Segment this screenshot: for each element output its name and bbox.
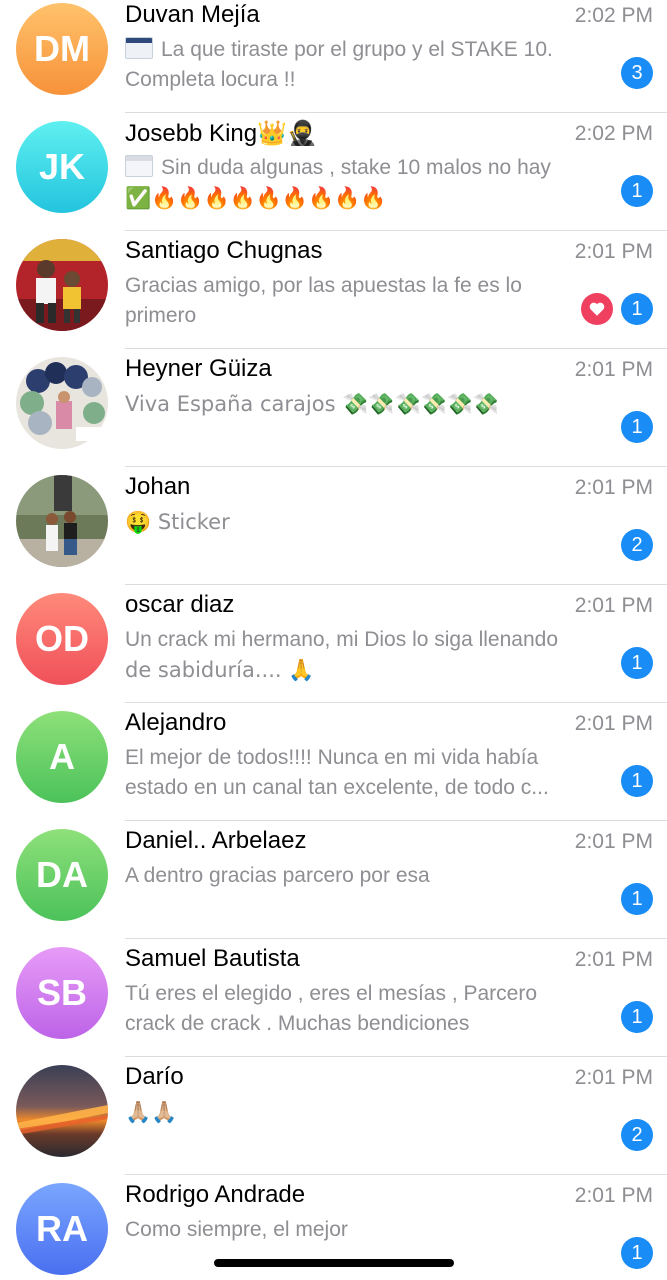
- chat-preview: 🙏🏼🙏🏼: [125, 1097, 605, 1127]
- document-thumbnail-icon: [125, 155, 153, 177]
- chat-name: Heyner Güiza: [125, 355, 272, 382]
- preview-line: Un crack mi hermano, mi Dios lo siga lle…: [125, 628, 559, 651]
- chat-row-alejandro[interactable]: A Alejandro 2:01 PM El mejor de todos!!!…: [0, 703, 667, 821]
- chat-time: 2:01 PM: [574, 830, 653, 853]
- chat-row-heyner-guiza[interactable]: Heyner Güiza 2:01 PM Viva España carajos…: [0, 349, 667, 467]
- avatar-initials: A: [49, 736, 75, 777]
- chat-row-johan[interactable]: Johan 2:01 PM 🤑 Sticker 2: [0, 467, 667, 585]
- unread-badge: 1: [621, 647, 653, 679]
- avatar-photo-image: [16, 1065, 108, 1157]
- chat-preview: A dentro gracias parcero por esa: [125, 861, 605, 891]
- preview-line: A dentro gracias parcero por esa: [125, 864, 430, 887]
- chat-list: DM Duvan Mejía 2:02 PM La que tiraste po…: [0, 0, 667, 1280]
- preview-line: 🙏🏼🙏🏼: [125, 1100, 178, 1124]
- chat-name: Johan: [125, 473, 191, 500]
- preview-line: de sabiduría.... 🙏: [125, 658, 315, 682]
- preview-line: Viva España carajos 💸💸💸💸💸💸: [125, 392, 500, 416]
- avatar-photo: [16, 1065, 108, 1157]
- chat-name: Josebb King👑🥷: [125, 120, 317, 147]
- chat-time: 2:01 PM: [574, 476, 653, 499]
- chat-time: 2:01 PM: [574, 1066, 653, 1089]
- unread-badge: 3: [621, 57, 653, 89]
- chat-preview: Un crack mi hermano, mi Dios lo siga lle…: [125, 625, 605, 685]
- heart-icon: [589, 302, 605, 316]
- avatar-photo-image: [16, 239, 108, 331]
- avatar-photo: [16, 239, 108, 331]
- chat-preview: 🤑 Sticker: [125, 507, 605, 537]
- avatar-initials: SB: [36, 972, 87, 1013]
- preview-line: Completa locura !!: [125, 68, 296, 91]
- chat-name: Samuel Bautista: [125, 945, 300, 972]
- preview-line: Tú eres el elegido , eres el mesías , Pa…: [125, 982, 538, 1005]
- unread-badge: 1: [621, 1237, 653, 1269]
- avatar-initials: OD: [35, 618, 89, 659]
- chat-row-duvan-mejia[interactable]: DM Duvan Mejía 2:02 PM La que tiraste po…: [0, 0, 667, 113]
- preview-line: estado en un canal tan excelente, de tod…: [125, 776, 549, 799]
- chat-preview: El mejor de todos!!!! Nunca en mi vida h…: [125, 743, 605, 803]
- preview-line: Como siempre, el mejor: [125, 1218, 348, 1241]
- chat-time: 2:01 PM: [574, 1184, 653, 1207]
- unread-badge: 1: [621, 765, 653, 797]
- avatar-initials: DA: [36, 854, 88, 895]
- chat-time: 2:01 PM: [574, 358, 653, 381]
- document-thumbnail-icon: [125, 37, 153, 59]
- chat-row-daniel-arbelaez[interactable]: DA Daniel.. Arbelaez 2:01 PM A dentro gr…: [0, 821, 667, 939]
- preview-line: El mejor de todos!!!! Nunca en mi vida h…: [125, 746, 539, 769]
- avatar-photo: [16, 475, 108, 567]
- avatar: OD: [16, 593, 108, 685]
- unread-badge: 2: [621, 1119, 653, 1151]
- chat-preview: Gracias amigo, por las apuestas la fe es…: [125, 271, 575, 331]
- avatar-photo-image: [16, 475, 108, 567]
- preview-line: Sin duda algunas , stake 10 malos no hay: [125, 153, 605, 183]
- chat-preview: Sin duda algunas , stake 10 malos no hay…: [125, 153, 605, 213]
- preview-line: crack de crack . Muchas bendiciones: [125, 1012, 470, 1035]
- chat-name: oscar diaz: [125, 591, 235, 618]
- chat-preview: Viva España carajos 💸💸💸💸💸💸: [125, 389, 605, 419]
- avatar: SB: [16, 947, 108, 1039]
- chat-row-dario[interactable]: Darío 2:01 PM 🙏🏼🙏🏼 2: [0, 1057, 667, 1175]
- chat-row-samuel-bautista[interactable]: SB Samuel Bautista 2:01 PM Tú eres el el…: [0, 939, 667, 1057]
- chat-time: 2:01 PM: [574, 594, 653, 617]
- unread-badge: 1: [621, 883, 653, 915]
- preview-line: ✅🔥🔥🔥🔥🔥🔥🔥🔥🔥: [125, 186, 387, 210]
- home-indicator[interactable]: [214, 1259, 454, 1267]
- avatar: A: [16, 711, 108, 803]
- chat-name: Daniel.. Arbelaez: [125, 827, 307, 854]
- preview-line: 🤑 Sticker: [125, 510, 230, 534]
- unread-badge: 1: [621, 175, 653, 207]
- avatar: JK: [16, 121, 108, 213]
- chat-row-josebb-king[interactable]: JK Josebb King👑🥷 2:02 PM Sin duda alguna…: [0, 113, 667, 231]
- avatar-photo-image: [16, 357, 108, 449]
- chat-name: Rodrigo Andrade: [125, 1181, 306, 1208]
- unread-badge: 2: [621, 529, 653, 561]
- chat-name: Duvan Mejía: [125, 1, 260, 28]
- chat-time: 2:01 PM: [574, 948, 653, 971]
- preview-line: primero: [125, 304, 197, 327]
- avatar-initials: DM: [34, 28, 90, 69]
- chat-preview: Tú eres el elegido , eres el mesías , Pa…: [125, 979, 605, 1039]
- avatar: DA: [16, 829, 108, 921]
- preview-line: Gracias amigo, por las apuestas la fe es…: [125, 274, 522, 297]
- avatar: DM: [16, 3, 108, 95]
- chat-preview: La que tiraste por el grupo y el STAKE 1…: [125, 35, 605, 95]
- chat-row-oscar-diaz[interactable]: OD oscar diaz 2:01 PM Un crack mi herman…: [0, 585, 667, 703]
- avatar-initials: RA: [36, 1208, 88, 1249]
- reaction-badge: [581, 293, 613, 325]
- chat-name: Alejandro: [125, 709, 227, 736]
- chat-name: Darío: [125, 1063, 184, 1090]
- unread-badge: 1: [621, 293, 653, 325]
- chat-time: 2:01 PM: [574, 712, 653, 735]
- chat-time: 2:02 PM: [574, 4, 653, 27]
- avatar-initials: JK: [38, 146, 86, 187]
- unread-badge: 1: [621, 411, 653, 443]
- chat-name: Santiago Chugnas: [125, 237, 323, 264]
- unread-badge: 1: [621, 1001, 653, 1033]
- avatar: RA: [16, 1183, 108, 1275]
- avatar-photo: [16, 357, 108, 449]
- chat-time: 2:01 PM: [574, 240, 653, 263]
- chat-time: 2:02 PM: [574, 122, 653, 145]
- chat-row-santiago-chugnas[interactable]: Santiago Chugnas 2:01 PM Gracias amigo, …: [0, 231, 667, 349]
- preview-line: La que tiraste por el grupo y el STAKE 1…: [125, 35, 605, 65]
- chat-preview: Como siempre, el mejor: [125, 1215, 605, 1245]
